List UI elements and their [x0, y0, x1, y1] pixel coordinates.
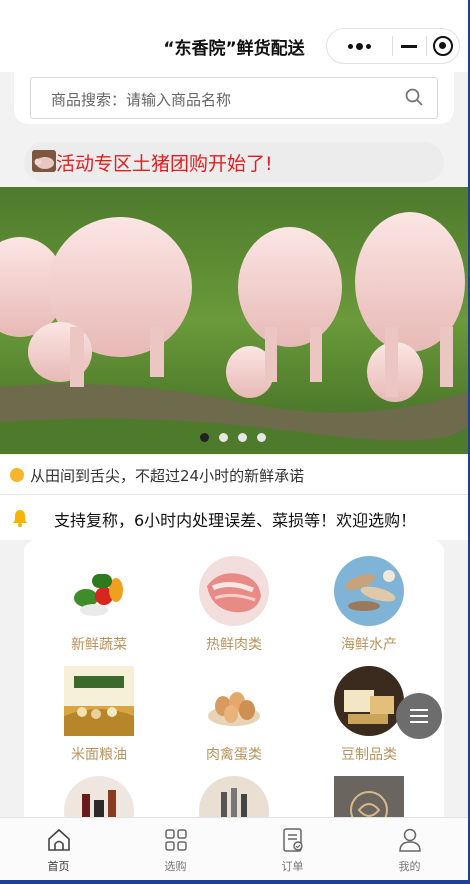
- carousel-dot[interactable]: [238, 433, 247, 442]
- pigs-banner-image: [0, 187, 468, 454]
- minimize-icon: [401, 44, 418, 48]
- banner-carousel[interactable]: [0, 187, 468, 454]
- tab-shop[interactable]: 选购: [117, 818, 234, 880]
- promise-text: 从田间到舌尖，不超过24小时的新鲜承诺: [30, 467, 305, 485]
- seafood-image: [334, 556, 404, 626]
- category-seafood[interactable]: 海鲜水产: [309, 556, 429, 654]
- category-label: 海鲜水产: [341, 637, 397, 653]
- tofu-image: [334, 666, 404, 736]
- carousel-dot[interactable]: [257, 433, 266, 442]
- category-pork[interactable]: 热鲜肉类: [174, 556, 294, 654]
- pork-image: [199, 556, 269, 626]
- category-grain-oil[interactable]: 米面粮油: [39, 666, 159, 764]
- home-icon: [47, 828, 70, 851]
- category-eggs[interactable]: 肉禽蛋类: [174, 666, 294, 764]
- user-icon: [398, 828, 421, 852]
- tab-home[interactable]: 首页: [0, 818, 117, 880]
- minimize-button[interactable]: [393, 44, 426, 48]
- carousel-dot[interactable]: [200, 433, 209, 442]
- grid-icon: [164, 829, 187, 851]
- promise-dot-icon: [10, 468, 24, 482]
- category-label: 热鲜肉类: [206, 637, 262, 653]
- bell-icon: [13, 510, 27, 527]
- search-container: 商品搜索：请输入商品名称: [14, 72, 454, 124]
- bottom-tab-bar: 首页 选购 订单 我的: [0, 817, 468, 880]
- carousel-indicators: [200, 433, 266, 442]
- promo-notice[interactable]: 活动专区土猪团购开始了!: [24, 142, 444, 182]
- grain-oil-image: [64, 666, 134, 736]
- category-label: 豆制品类: [341, 747, 397, 763]
- tab-orders[interactable]: 订单: [234, 818, 351, 880]
- mini-program-screen: “东香院”鲜货配送 商品搜索：请输入商品名称 活动专区土猪团购开始了! 从田间到…: [0, 0, 468, 880]
- tab-label: 我的: [398, 860, 421, 873]
- tab-profile[interactable]: 我的: [351, 818, 468, 880]
- eggs-image: [199, 666, 269, 736]
- more-button[interactable]: [327, 42, 392, 50]
- search-input[interactable]: 商品搜索：请输入商品名称: [30, 77, 438, 119]
- category-label: 肉禽蛋类: [206, 747, 262, 763]
- tab-label: 订单: [281, 860, 304, 873]
- category-vegetables[interactable]: 新鲜蔬菜: [39, 556, 159, 654]
- title-bar: “东香院”鲜货配送: [0, 0, 468, 72]
- floating-menu-button[interactable]: [396, 693, 442, 739]
- announcement-text: 支持复称，6小时内处理误差、菜损等！欢迎选购！: [54, 511, 417, 530]
- capsule-menu: [326, 28, 460, 64]
- promo-notice-text: 活动专区土猪团购开始了!: [56, 153, 273, 175]
- freshness-promise: 从田间到舌尖，不超过24小时的新鲜承诺: [0, 455, 468, 495]
- order-icon: [282, 828, 303, 852]
- close-icon: [432, 36, 453, 56]
- category-grid: 新鲜蔬菜 热鲜肉类 海鲜水产 米面粮油 肉禽蛋类 豆制品类: [24, 540, 444, 846]
- search-placeholder: 商品搜索：请输入商品名称: [51, 91, 232, 109]
- category-label: 新鲜蔬菜: [71, 637, 127, 653]
- category-label: 米面粮油: [71, 747, 127, 763]
- announcement-bar: 支持复称，6小时内处理误差、菜损等！欢迎选购！: [0, 495, 468, 540]
- search-icon[interactable]: [405, 88, 423, 106]
- pig-thumbnail-icon: [32, 150, 56, 172]
- carousel-dot[interactable]: [219, 433, 228, 442]
- tab-label: 首页: [47, 860, 70, 873]
- vegetables-image: [64, 556, 134, 626]
- tab-label: 选购: [164, 860, 187, 873]
- close-button[interactable]: [426, 36, 459, 56]
